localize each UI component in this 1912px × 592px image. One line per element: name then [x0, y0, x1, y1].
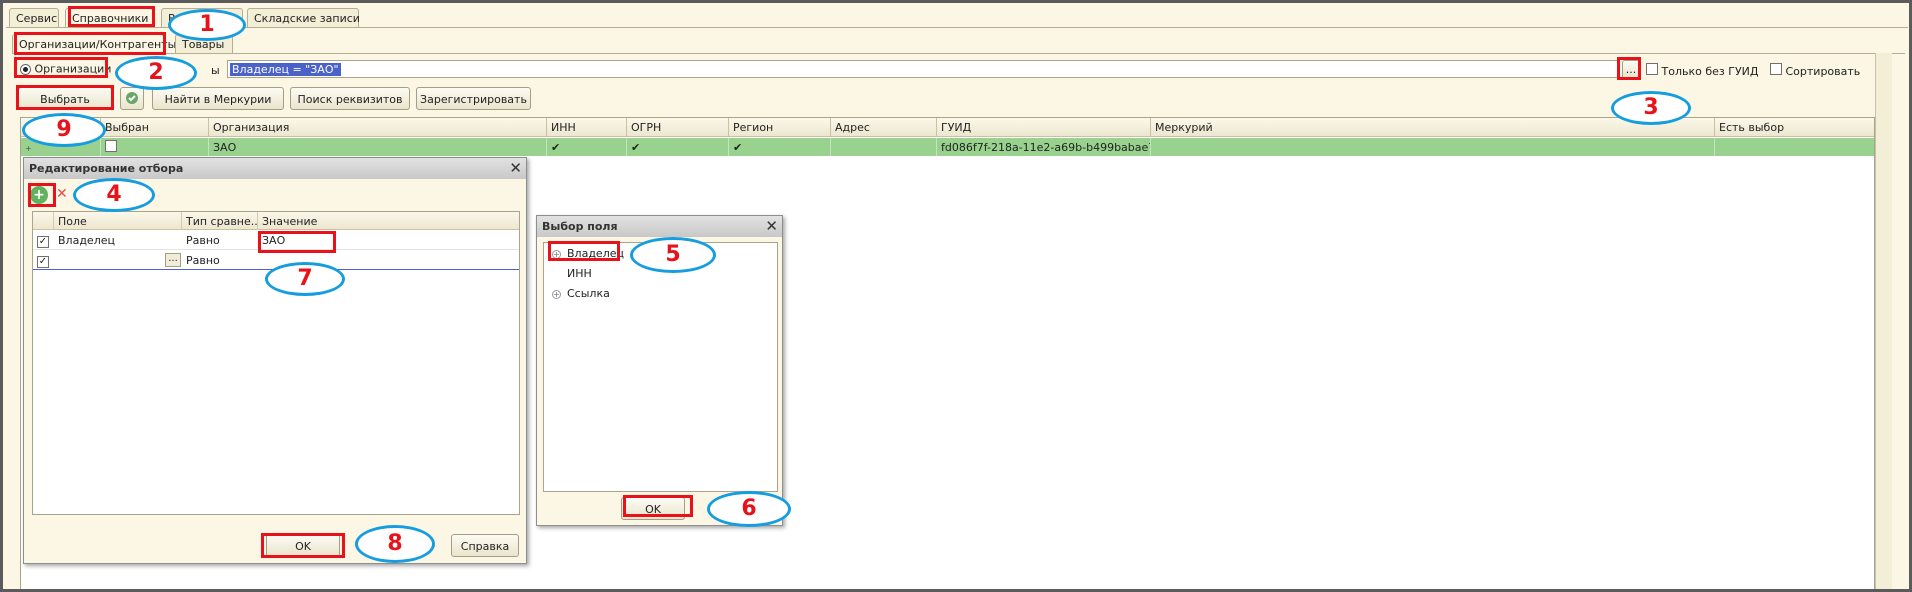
- filter-row-checkbox[interactable]: ✓: [37, 256, 49, 268]
- search-requisites-button[interactable]: Поиск реквизитов: [290, 87, 410, 110]
- row-selected-cell[interactable]: [101, 138, 209, 156]
- refresh-icon: [126, 92, 138, 104]
- row-organization-cell: ЗАО: [209, 138, 547, 156]
- expand-icon[interactable]: +: [552, 289, 561, 299]
- check-icon: ✔: [551, 141, 561, 154]
- filter-value-cell[interactable]: ЗАО: [258, 231, 519, 249]
- tab-divider: [6, 27, 1908, 28]
- row-address-cell: [831, 138, 937, 156]
- column-header-organization[interactable]: Организация: [209, 118, 547, 137]
- tree-item-owner[interactable]: + Владелец: [552, 247, 624, 260]
- filter-value-text: Владелец = "ЗАО": [230, 63, 341, 76]
- only-without-guid-checkbox[interactable]: Только без ГУИД: [1646, 63, 1758, 78]
- column-header-inn[interactable]: ИНН: [547, 118, 627, 137]
- column-header-region[interactable]: Регион: [729, 118, 831, 137]
- table-header: Выбран Организация ИНН ОГРН Регион Адрес…: [21, 118, 1874, 137]
- help-button[interactable]: Справка: [451, 534, 519, 557]
- sort-checkbox[interactable]: Сортировать: [1770, 63, 1860, 78]
- filter-ok-button[interactable]: OK: [266, 534, 340, 557]
- column-header-address[interactable]: Адрес: [831, 118, 937, 137]
- row-inn-cell: ✔: [547, 138, 627, 156]
- row-ogrn-cell: ✔: [627, 138, 729, 156]
- filter-edit-dialog: Редактирование отбора ✕ + ✕ Поле Тип срав…: [23, 157, 527, 564]
- callout-2: 2: [115, 56, 197, 90]
- column-header-select[interactable]: [21, 118, 101, 137]
- tab-service[interactable]: Сервис: [9, 8, 59, 27]
- organizations-radio[interactable]: Организации: [20, 62, 111, 76]
- app-window: Сервис Справочники В Складские записи Ор…: [0, 0, 1912, 592]
- field-ellipsis-button[interactable]: ...: [165, 253, 181, 267]
- check-icon: ✔: [631, 141, 641, 154]
- vertical-scrollbar[interactable]: [1875, 53, 1892, 589]
- filter-comparison-value[interactable]: Равно: [182, 251, 258, 269]
- filter-row[interactable]: ✓ Владелец Равно ЗАО: [33, 231, 519, 250]
- row-mercury-cell: [1151, 138, 1715, 156]
- filter-comparison-value[interactable]: Равно: [182, 231, 258, 249]
- row-guid-cell: fd086f7f-218a-11e2-a69b-b499babae7ea: [937, 138, 1151, 156]
- field-dialog-titlebar: Выбор поля ✕: [537, 216, 782, 237]
- tab-hidden[interactable]: В: [161, 8, 243, 27]
- tab-warehouse-records[interactable]: Складские записи: [247, 8, 360, 27]
- column-header-has-choice[interactable]: Есть выбор: [1715, 118, 1874, 137]
- column-header-mercury[interactable]: Меркурий: [1151, 118, 1715, 137]
- check-icon: ✔: [733, 141, 743, 154]
- add-icon[interactable]: +: [30, 186, 48, 204]
- filter-label: ы: [211, 64, 220, 77]
- field-choice-dialog: Выбор поля ✕ + Владелец ИНН + Ссылка OK: [536, 215, 783, 526]
- filter-row-checkbox[interactable]: ✓: [37, 236, 49, 248]
- filter-ellipsis-button[interactable]: ...: [1622, 60, 1640, 79]
- column-header-comparison[interactable]: Тип сравне...: [182, 212, 258, 230]
- select-button[interactable]: Выбрать: [18, 87, 112, 110]
- filter-value-cell[interactable]: [258, 251, 519, 269]
- delete-icon[interactable]: ✕: [56, 186, 68, 202]
- filter-row[interactable]: ✓ ... Равно: [33, 251, 519, 270]
- row-has-choice-cell: [1715, 138, 1874, 156]
- close-icon[interactable]: ✕: [509, 159, 522, 177]
- tree-item-link[interactable]: + Ссылка: [552, 287, 610, 300]
- column-header-ogrn[interactable]: ОГРН: [627, 118, 729, 137]
- radio-dot-icon: [20, 63, 31, 75]
- column-header-checkbox: [33, 212, 54, 230]
- column-header-field[interactable]: Поле: [54, 212, 182, 230]
- tab-catalogs[interactable]: Справочники: [65, 8, 153, 27]
- filter-grid: Поле Тип сравне... Значение ✓ Владелец Р…: [32, 211, 520, 515]
- filter-field-value[interactable]: Владелец: [54, 231, 182, 249]
- field-ok-button[interactable]: OK: [621, 497, 685, 520]
- tab-goods[interactable]: Товары: [175, 34, 233, 53]
- expand-icon[interactable]: +: [552, 249, 561, 259]
- field-tree: + Владелец ИНН + Ссылка: [543, 242, 778, 492]
- filter-grid-header: Поле Тип сравне... Значение: [33, 212, 519, 230]
- row-region-cell: ✔: [729, 138, 831, 156]
- checkbox-icon: [1770, 63, 1782, 75]
- column-header-guid[interactable]: ГУИД: [937, 118, 1151, 137]
- tree-item-inn[interactable]: ИНН: [567, 267, 592, 280]
- tab-organizations-contractors[interactable]: Организации/Контрагенты: [12, 34, 176, 53]
- filter-value-field[interactable]: Владелец = "ЗАО": [227, 60, 1620, 78]
- close-icon[interactable]: ✕: [765, 217, 778, 235]
- column-header-value[interactable]: Значение: [258, 212, 519, 230]
- table-row[interactable]: + ЗАО ✔ ✔ ✔ fd086f7f-218a-11e2-a69b-b499…: [21, 138, 1874, 156]
- register-button[interactable]: Зарегистрировать: [416, 87, 531, 110]
- expand-icon: +: [25, 144, 32, 153]
- subtab-divider: [12, 53, 1905, 54]
- row-checkbox[interactable]: [105, 140, 117, 152]
- checkbox-icon: [1646, 63, 1658, 75]
- column-header-selected[interactable]: Выбран: [101, 118, 209, 137]
- find-in-mercury-button[interactable]: Найти в Меркурии: [152, 87, 284, 110]
- row-marker-cell: +: [21, 138, 101, 156]
- filter-dialog-titlebar: Редактирование отбора ✕: [24, 158, 526, 179]
- refresh-button[interactable]: [120, 87, 144, 110]
- filter-field-value[interactable]: [54, 251, 182, 269]
